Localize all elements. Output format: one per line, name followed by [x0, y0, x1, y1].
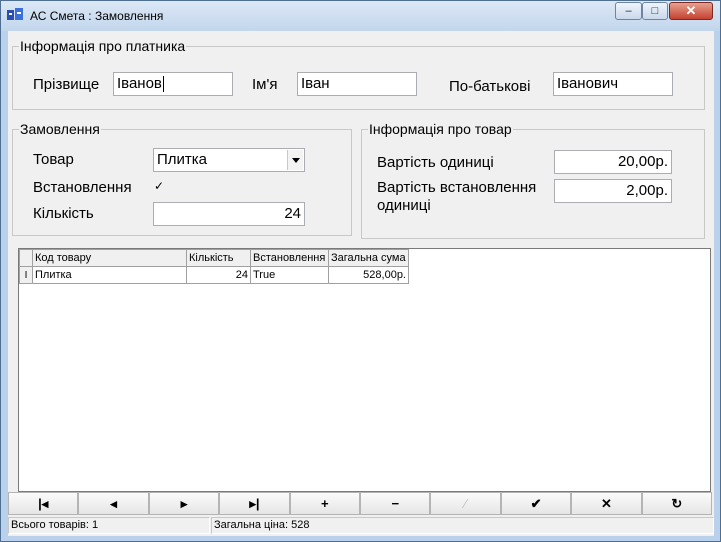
next-record-button[interactable]: ▸ — [148, 492, 220, 515]
install-cost-label-line2: одиниці — [377, 197, 431, 214]
chevron-down-icon[interactable] — [287, 150, 303, 170]
product-label: Товар — [33, 151, 74, 168]
unit-cost-label: Вартість одиниці — [377, 154, 494, 171]
status-total-price: Загальна ціна: 528 — [211, 517, 714, 534]
insert-record-button[interactable]: + — [289, 492, 361, 515]
product-info-group: Інформація про товар Вартість одиниці 20… — [361, 121, 705, 239]
form-client-area: Інформація про платника Прізвище Іванов … — [8, 31, 714, 536]
installation-label: Встановлення — [33, 179, 132, 196]
cancel-record-icon: ✕ — [601, 496, 612, 511]
grid-table: Код товару Кількість Встановлення Загаль… — [19, 249, 409, 284]
patronymic-field[interactable]: Іванович — [553, 72, 673, 96]
refresh-records-button[interactable]: ↻ — [641, 492, 713, 515]
cell-quantity[interactable]: 24 — [186, 266, 251, 284]
surname-label: Прізвище — [33, 76, 100, 93]
post-record-button[interactable]: ✔ — [500, 492, 572, 515]
unit-cost-field[interactable]: 20,00р. — [554, 150, 672, 174]
table-row[interactable]: I Плитка 24 True 528,00р. — [19, 266, 409, 284]
surname-field[interactable]: Іванов — [113, 72, 233, 96]
post-record-icon: ✔ — [530, 496, 542, 511]
status-total-items: Всього товарів: 1 — [8, 517, 210, 534]
cancel-record-button[interactable]: ✕ — [571, 492, 642, 515]
column-header-installation[interactable]: Встановлення — [250, 249, 329, 267]
last-record-icon: ▸| — [249, 496, 260, 511]
product-info-legend: Інформація про товар — [369, 121, 512, 137]
surname-value: Іванов — [117, 75, 162, 92]
grid-indicator-header — [19, 249, 33, 267]
name-label: Ім'я — [252, 76, 278, 93]
row-indicator-icon: I — [19, 266, 33, 284]
quantity-field[interactable]: 24 — [153, 202, 305, 226]
quantity-label: Кількість — [33, 205, 94, 222]
insert-record-icon: + — [321, 496, 329, 511]
cell-total-sum[interactable]: 528,00р. — [328, 266, 409, 284]
payer-info-group: Інформація про платника Прізвище Іванов … — [12, 38, 705, 110]
close-icon: ✕ — [685, 3, 697, 18]
first-record-button[interactable]: |◂ — [8, 492, 79, 515]
grid-header-row: Код товару Кількість Встановлення Загаль… — [19, 249, 409, 267]
column-header-product-code[interactable]: Код товару — [32, 249, 187, 267]
product-selected-value: Плитка — [157, 151, 208, 168]
last-record-button[interactable]: ▸| — [219, 492, 290, 515]
order-window: АС Смета : Замовлення – □ ✕ Інформація п… — [0, 0, 721, 542]
delete-record-button[interactable]: − — [360, 492, 431, 515]
install-cost-field[interactable]: 2,00р. — [554, 179, 672, 203]
column-header-quantity[interactable]: Кількість — [186, 249, 251, 267]
prior-record-icon: ◂ — [110, 496, 117, 511]
install-cost-label-line1: Вартість встановлення — [377, 179, 537, 196]
cell-product-code[interactable]: Плитка — [32, 266, 187, 284]
status-bar: Всього товарів: 1 Загальна ціна: 528 — [8, 516, 714, 536]
installation-checkbox[interactable]: ✓ — [153, 180, 165, 192]
db-navigator: |◂ ◂ ▸ ▸| + − ⁄ ✔ ✕ ↻ — [8, 492, 713, 515]
maximize-button[interactable]: □ — [642, 2, 668, 20]
app-icon — [7, 8, 23, 20]
refresh-records-icon: ↻ — [671, 496, 683, 511]
delete-record-icon: − — [391, 496, 400, 511]
column-header-total-sum[interactable]: Загальна сума — [328, 249, 409, 267]
minimize-button[interactable]: – — [615, 2, 642, 20]
order-items-grid[interactable]: Код товару Кількість Встановлення Загаль… — [18, 248, 711, 492]
order-group: Замовлення Товар Плитка Встановлення ✓ К… — [12, 121, 352, 236]
cell-installation[interactable]: True — [250, 266, 329, 284]
title-bar[interactable]: АС Смета : Замовлення – □ ✕ — [1, 1, 720, 31]
name-field[interactable]: Іван — [297, 72, 417, 96]
first-record-icon: |◂ — [38, 496, 49, 511]
order-legend: Замовлення — [20, 121, 100, 137]
close-button[interactable]: ✕ — [669, 2, 713, 20]
next-record-icon: ▸ — [180, 496, 188, 511]
product-combobox[interactable]: Плитка — [153, 148, 305, 172]
patronymic-label: По-батькові — [449, 78, 531, 95]
minimize-icon: – — [625, 5, 632, 17]
edit-record-icon: ⁄ — [464, 496, 467, 511]
maximize-icon: □ — [651, 5, 659, 17]
edit-record-button[interactable]: ⁄ — [430, 492, 501, 515]
prior-record-button[interactable]: ◂ — [78, 492, 149, 515]
window-title: АС Смета : Замовлення — [30, 9, 164, 23]
payer-info-legend: Інформація про платника — [20, 38, 186, 54]
text-caret — [162, 76, 164, 93]
